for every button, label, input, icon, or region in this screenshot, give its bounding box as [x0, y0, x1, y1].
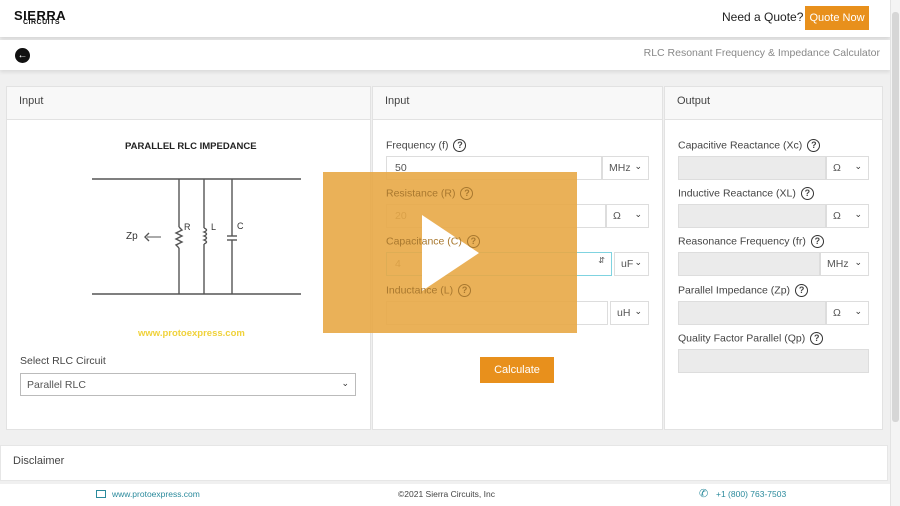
unit: uH — [617, 307, 631, 319]
c-label: C — [237, 221, 244, 231]
resistance-unit-select[interactable]: Ω ⌄ — [606, 204, 649, 228]
help-icon[interactable]: ? — [810, 235, 824, 248]
rlc-circuit-select[interactable]: Parallel RLC ⌄ — [20, 373, 356, 396]
help-icon[interactable]: ? — [807, 139, 821, 152]
label-text: Resistance (R) — [386, 187, 456, 200]
label-text: Frequency (f) — [386, 139, 449, 152]
chevron-down-icon: ⌄ — [854, 306, 862, 316]
chevron-down-icon: ⌄ — [634, 161, 642, 171]
chevron-down-icon: ⌄ — [854, 209, 862, 219]
spinner-icon[interactable]: ⇵ — [598, 256, 605, 265]
r-label: R — [184, 222, 191, 232]
xl-output — [678, 204, 826, 228]
frequency-unit-select[interactable]: MHz ⌄ — [602, 156, 649, 180]
unit: MHz — [827, 258, 849, 270]
fr-output — [678, 252, 820, 276]
xc-output — [678, 156, 826, 180]
select-value: Parallel RLC — [27, 379, 86, 391]
xl-unit-select[interactable]: Ω ⌄ — [826, 204, 869, 228]
help-icon[interactable]: ? — [460, 187, 474, 200]
page-title: RLC Resonant Frequency & Impedance Calcu… — [643, 47, 880, 59]
unit: Ω — [613, 210, 621, 222]
zp-output-label: Parallel Impedance (Zp)? — [678, 284, 809, 297]
help-icon[interactable]: ? — [810, 332, 824, 345]
footer: www.protoexpress.com ©2021 Sierra Circui… — [0, 484, 890, 506]
capacitance-label: Capacitance (C)? — [386, 235, 480, 248]
help-icon[interactable]: ? — [458, 284, 472, 297]
select-rlc-label: Select RLC Circuit — [20, 355, 106, 367]
zp-label: Zp — [126, 231, 138, 242]
zp-output — [678, 301, 826, 325]
disclaimer-section[interactable]: Disclaimer — [0, 445, 888, 481]
resistance-label: Resistance (R)? — [386, 187, 474, 200]
play-icon[interactable] — [422, 215, 479, 291]
help-icon[interactable]: ? — [795, 284, 809, 297]
help-icon[interactable]: ? — [466, 235, 480, 248]
website-link[interactable]: www.protoexpress.com — [112, 489, 200, 499]
calculate-button[interactable]: Calculate — [480, 357, 554, 383]
rlc-circuit-diagram — [92, 178, 301, 295]
label-text: Inductive Reactance (XL) — [678, 187, 796, 200]
quote-text: Need a Quote? — [722, 10, 804, 24]
unit: Ω — [833, 162, 841, 174]
help-icon[interactable]: ? — [453, 139, 467, 152]
label-text: Parallel Impedance (Zp) — [678, 284, 791, 297]
chevron-down-icon: ⌄ — [634, 306, 642, 316]
copyright: ©2021 Sierra Circuits, Inc — [398, 489, 495, 499]
label-text: Quality Factor Parallel (Qp) — [678, 332, 806, 345]
fr-unit-select[interactable]: MHz ⌄ — [820, 252, 869, 276]
phone-link[interactable]: +1 (800) 763-7503 — [716, 489, 786, 499]
l-label: L — [211, 222, 217, 232]
fr-label: Reasonance Frequency (fr)? — [678, 235, 824, 248]
phone-icon: ✆ — [699, 488, 709, 500]
arrow-left-icon[interactable]: ← — [15, 48, 30, 63]
watermark: www.protoexpress.com — [138, 328, 245, 339]
zp-unit-select[interactable]: Ω ⌄ — [826, 301, 869, 325]
chevron-down-icon: ⌄ — [634, 257, 642, 267]
xl-label: Inductive Reactance (XL)? — [678, 187, 814, 200]
unit: Ω — [833, 210, 841, 222]
qp-output — [678, 349, 869, 373]
unit: uF — [621, 258, 634, 270]
chevron-down-icon: ⌄ — [854, 161, 862, 171]
capacitance-unit-select[interactable]: uF ⌄ — [614, 252, 649, 276]
logo-subtext: CIRCUITS — [23, 19, 61, 26]
help-icon[interactable]: ? — [800, 187, 814, 200]
label-text: Capacitive Reactance (Xc) — [678, 139, 803, 152]
qp-label: Quality Factor Parallel (Qp)? — [678, 332, 824, 345]
unit: Ω — [833, 307, 841, 319]
inductance-label: Inductance (L)? — [386, 284, 472, 297]
label-text: Capacitance (C) — [386, 235, 462, 248]
xc-label: Capacitive Reactance (Xc)? — [678, 139, 821, 152]
scrollbar[interactable] — [890, 0, 900, 506]
laptop-icon — [96, 490, 106, 498]
panel-header: Output — [665, 87, 882, 120]
panel-header: Input — [373, 87, 662, 120]
chevron-down-icon: ⌄ — [341, 378, 349, 388]
frequency-label: Frequency (f)? — [386, 139, 467, 152]
xc-unit-select[interactable]: Ω ⌄ — [826, 156, 869, 180]
chevron-down-icon: ⌄ — [634, 209, 642, 219]
quote-now-button[interactable]: Quote Now — [805, 6, 869, 30]
chevron-down-icon: ⌄ — [854, 257, 862, 267]
inductance-unit-select[interactable]: uH ⌄ — [610, 301, 649, 325]
label-text: Reasonance Frequency (fr) — [678, 235, 806, 248]
panel-header: Input — [7, 87, 370, 120]
unit: MHz — [609, 162, 631, 174]
scrollbar-thumb[interactable] — [892, 12, 899, 422]
label-text: Inductance (L) — [386, 284, 454, 297]
diagram-title: PARALLEL RLC IMPEDANCE — [125, 141, 257, 152]
